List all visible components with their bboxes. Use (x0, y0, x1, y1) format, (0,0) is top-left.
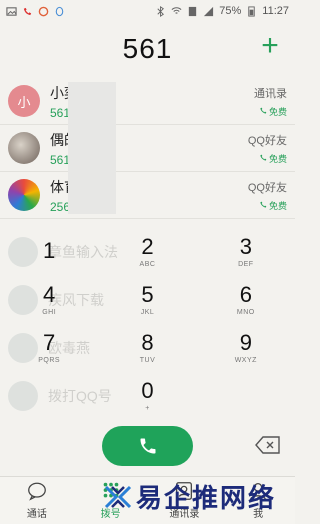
call-bar (0, 426, 295, 468)
key-5[interactable]: 5 JKL (98, 276, 196, 324)
battery-icon (248, 5, 255, 17)
clock: 11:27 (262, 5, 289, 17)
plus-icon: + (261, 29, 279, 62)
avatar (8, 179, 40, 211)
key-8[interactable]: 8 TUV (98, 324, 196, 372)
avatar: 小 (8, 85, 40, 117)
privacy-blur (68, 82, 116, 214)
call-button[interactable] (102, 426, 193, 466)
key-7[interactable]: 7 PQRS (0, 324, 98, 372)
app-notification-icon (38, 6, 49, 16)
add-contact-button[interactable]: + (255, 29, 285, 62)
free-call-badge[interactable]: 免费 (248, 152, 287, 165)
avatar (8, 132, 40, 164)
backspace-icon[interactable] (255, 436, 281, 454)
bluetooth-icon (157, 5, 165, 17)
suggestion-source: QQ好友 (247, 181, 287, 194)
chat-bubble-icon (27, 482, 46, 501)
free-call-badge[interactable]: 免费 (254, 105, 287, 118)
phone-icon (140, 438, 155, 454)
phone-icon (260, 107, 267, 114)
typed-number[interactable]: 561 (123, 33, 173, 65)
key-empty-left (0, 372, 98, 420)
key-6[interactable]: 6 MNO (197, 276, 295, 324)
suggestion-source: QQ好友 (247, 134, 287, 147)
key-4[interactable]: 4 GHI (0, 276, 98, 324)
suggestion-source: 通讯录 (254, 87, 287, 100)
key-3[interactable]: 3 DEF (197, 228, 295, 276)
suggestion-row[interactable]: 小 小奕 561 通讯录 免费 (0, 78, 295, 125)
contact-suggestions: 小 小奕 561 通讯录 免费 偶的 561 QQ好友 免费 体育 256 QQ… (0, 78, 295, 219)
missed-call-icon (23, 7, 32, 15)
key-9[interactable]: 9 WXYZ (197, 324, 295, 372)
wifi-icon (171, 6, 182, 14)
number-display: 561 + (0, 24, 295, 74)
signal-icon (204, 6, 214, 16)
suggestion-row[interactable]: 体育 256 QQ好友 免费 (0, 172, 295, 219)
phone-icon (260, 201, 267, 208)
suggestion-row[interactable]: 偶的 561 QQ好友 免费 (0, 125, 295, 172)
dialpad: 章鱼输入法 疾风下载 欧毒燕 拨打QQ号 1 2 ABC 3 DEF 4 GHI 5J… (0, 228, 295, 418)
key-0[interactable]: 0 + (98, 372, 196, 420)
watermark-logo-icon (104, 485, 132, 508)
status-bar: 75% 11:27 (0, 0, 295, 22)
key-1[interactable]: 1 (0, 228, 98, 276)
key-empty-right (197, 372, 295, 420)
tab-calls[interactable]: 通话 (0, 477, 74, 524)
phone-icon (260, 154, 267, 161)
qq-notification-icon (55, 6, 64, 16)
sim-icon (189, 6, 197, 16)
free-call-badge[interactable]: 免费 (248, 199, 287, 212)
battery-percent: 75% (219, 5, 242, 17)
image-notification-icon (6, 6, 17, 16)
watermark: 易企推网络 (104, 478, 276, 515)
key-2[interactable]: 2 ABC (98, 228, 196, 276)
